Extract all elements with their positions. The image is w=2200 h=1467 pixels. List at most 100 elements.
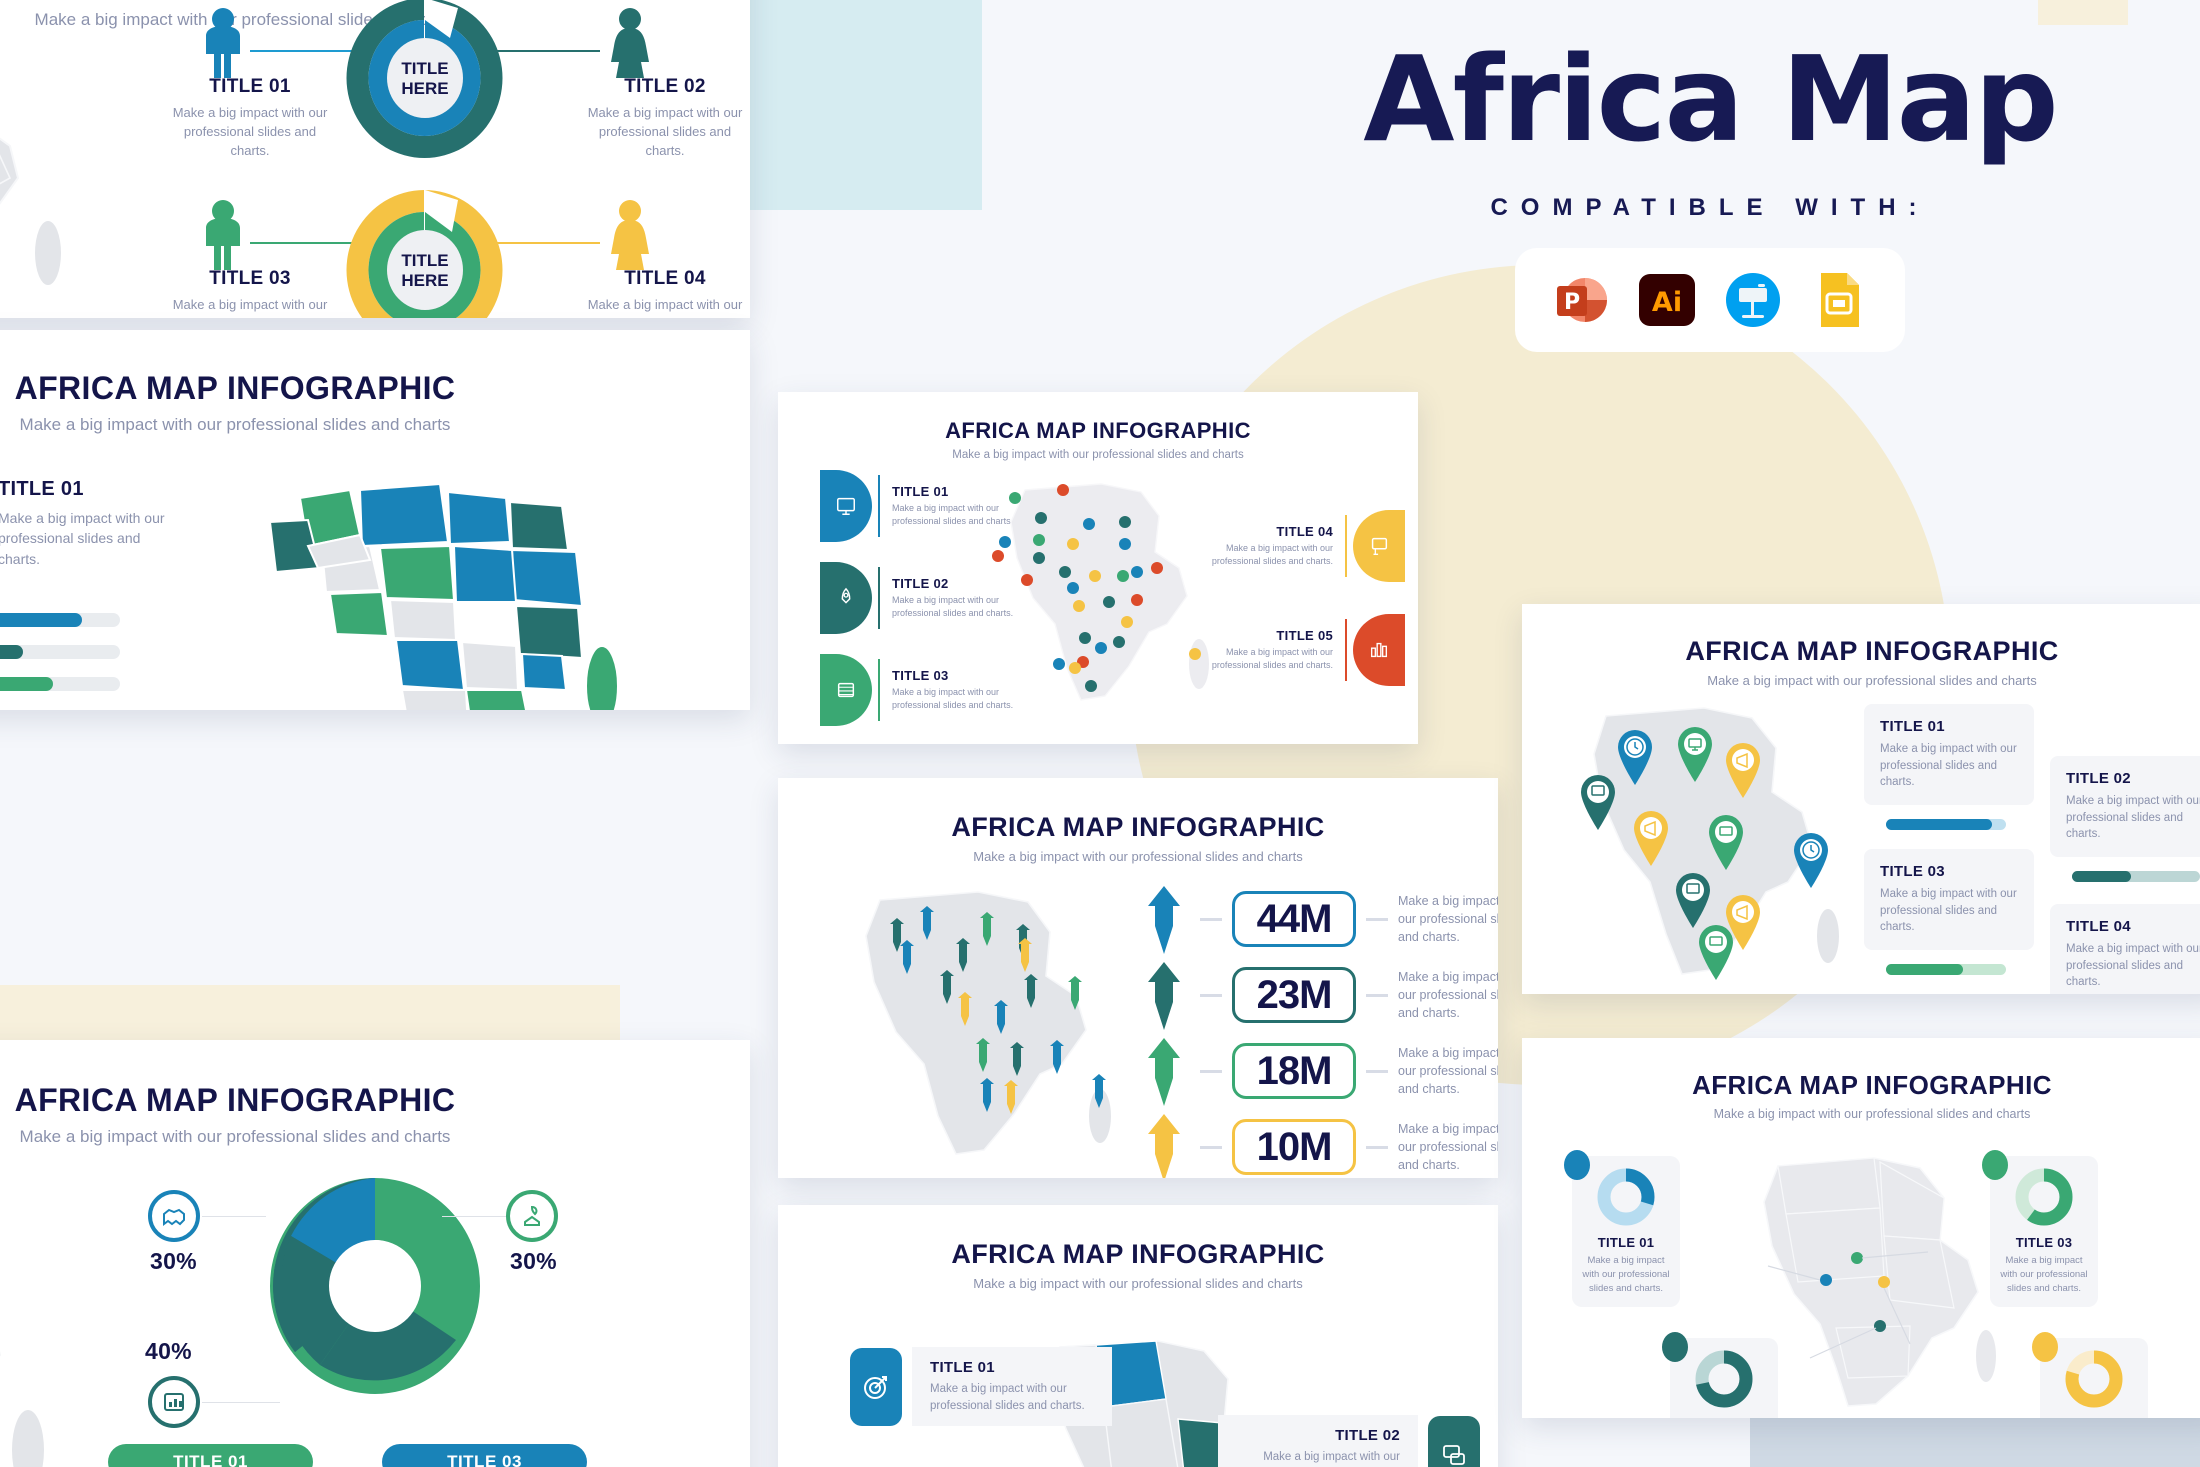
leader-line: [202, 1216, 266, 1217]
bar-track: [0, 677, 120, 691]
bar-fill-project-03: [0, 677, 53, 691]
percent-label-right: 30%: [510, 1248, 557, 1274]
hero-block: Africa Map COMPATIBLE WITH: P Ai: [1290, 40, 2130, 352]
slide7-card-3[interactable]: TITLE 03 Make a big impact with our prof…: [1864, 849, 2034, 976]
map-pin-presentation-teal[interactable]: [1577, 774, 1619, 832]
stat-body-3: Make a big impact with our professional …: [1398, 1045, 1498, 1097]
slide-four-donuts[interactable]: AFRICA MAP INFOGRAPHIC Make a big impact…: [1522, 1038, 2200, 1418]
card-tab-yellow: [2032, 1332, 2058, 1362]
leader-line: [442, 1216, 506, 1217]
google-slides-icon[interactable]: [1807, 268, 1871, 332]
map-pin-clock-blue[interactable]: [1790, 832, 1832, 890]
svg-text:TITLE: TITLE: [401, 59, 448, 78]
keynote-icon[interactable]: [1721, 268, 1785, 332]
slide3-pill-2[interactable]: TITLE 03 Make a big impact with our prof…: [382, 1444, 587, 1467]
slide5-row-2[interactable]: 23M Make a big impact with our professio…: [1138, 956, 1498, 1034]
percent-label-left: 30%: [150, 1248, 197, 1274]
card-tab-green: [1982, 1150, 2008, 1180]
africa-map-dotted: [0, 1351, 44, 1467]
slide4-right-item-1[interactable]: TITLE 04 Make a big impact with our prof…: [1203, 510, 1405, 582]
slide6-callout-2[interactable]: TITLE 02 Make a big impact with our prof…: [1218, 1415, 1480, 1467]
map-pin-clock-blue[interactable]: [1614, 729, 1656, 787]
progress-fill-3: [1886, 964, 1963, 976]
slide-callouts-map[interactable]: AFRICA MAP INFOGRAPHIC Make a big impact…: [778, 1205, 1498, 1467]
slide7-card-1[interactable]: TITLE 01 Make a big impact with our prof…: [1864, 704, 2034, 831]
card-tab-teal: [1662, 1332, 1688, 1362]
slide-people-donuts[interactable]: Make a big impact with our professional …: [0, 0, 750, 318]
bar-fill-project-01: [0, 613, 83, 627]
dash-connector: [1366, 1069, 1388, 1073]
donut-chart-percent: [270, 1178, 480, 1394]
info-card: TITLE 04 Make a big impact with our prof…: [2050, 904, 2200, 994]
info-card: TITLE 02 Make a big impact with our prof…: [2050, 756, 2200, 858]
percent-label-bottom: 40%: [145, 1338, 192, 1364]
abacus-icon: [820, 654, 872, 726]
slide5-row-3[interactable]: 18M Make a big impact with our professio…: [1138, 1032, 1498, 1110]
slide7-card-4[interactable]: TITLE 04 Make a big impact with our prof…: [2050, 904, 2200, 994]
stat-body-1: Make a big impact with our professional …: [1398, 893, 1498, 945]
progress-fill-1: [1886, 819, 1992, 831]
slide6-callout-1[interactable]: TITLE 01 Make a big impact with our prof…: [850, 1347, 1112, 1427]
slide1-item-3[interactable]: TITLE 03 Make a big impact with our prof…: [170, 268, 330, 318]
map-pin-megaphone-yellow[interactable]: [1630, 810, 1672, 868]
map-pin-monitor-green[interactable]: [1705, 814, 1747, 872]
connector-line-4: [490, 242, 600, 244]
illustrator-icon[interactable]: Ai: [1635, 268, 1699, 332]
slide2-group-1-text[interactable]: TITLE 01 Make a big impact with our prof…: [0, 478, 173, 569]
slide2-group-2-bars: [0, 613, 120, 691]
connector-line-2: [490, 50, 600, 52]
slide3-title: AFRICA MAP INFOGRAPHIC: [14, 1082, 456, 1118]
slide-population-markers[interactable]: AFRICA MAP INFOGRAPHIC Make a big impact…: [778, 778, 1498, 1178]
progress-track-2: [2072, 871, 2200, 883]
dash-connector: [1366, 993, 1388, 997]
progress-fill-2: [2072, 871, 2131, 883]
slide2-title: AFRICA MAP INFOGRAPHIC: [14, 370, 456, 406]
slide-colored-map-bars[interactable]: AFRICA MAP INFOGRAPHIC Make a big impact…: [0, 330, 750, 710]
person-male-icon: [206, 200, 240, 270]
slide5-subtitle: Make a big impact with our professional …: [973, 849, 1303, 864]
slide4-subtitle: Make a big impact with our professional …: [952, 449, 1244, 461]
slide5-row-4[interactable]: 10M Make a big impact with our professio…: [1138, 1108, 1498, 1178]
marker-pin-green: [1148, 1038, 1180, 1106]
slide3-pill-1[interactable]: TITLE 01 Make a big impact with our prof…: [108, 1444, 313, 1467]
slide-dots-five-titles[interactable]: AFRICA MAP INFOGRAPHIC Make a big impact…: [778, 392, 1418, 744]
slide-donut-percent[interactable]: AFRICA MAP INFOGRAPHIC Make a big impact…: [0, 1040, 750, 1467]
chat-icon: [1428, 1415, 1480, 1467]
stat-value-2: 23M: [1232, 967, 1356, 1023]
bar-fill-project-02: [0, 645, 23, 659]
slide4-title: AFRICA MAP INFOGRAPHIC: [945, 418, 1251, 443]
donut-title-02: [1695, 1350, 1753, 1408]
map-pin-monitor-green[interactable]: [1695, 924, 1737, 982]
svg-text:P: P: [1564, 290, 1580, 315]
person-female-icon: [611, 200, 649, 270]
slide4-right-item-2[interactable]: TITLE 05 Make a big impact with our prof…: [1203, 614, 1405, 686]
map-pin-monitor-green[interactable]: [1674, 726, 1716, 784]
powerpoint-icon[interactable]: P: [1549, 268, 1613, 332]
decor-blue-rect: [750, 0, 982, 210]
slide7-card-2[interactable]: TITLE 02 Make a big impact with our prof…: [2050, 756, 2200, 883]
donut-title-04: [2065, 1350, 2123, 1408]
slide1-item-4[interactable]: TITLE 04 Make a big impact with our prof…: [585, 268, 745, 318]
stat-value-4: 10M: [1232, 1119, 1356, 1175]
stat-body-2: Make a big impact with our professional …: [1398, 969, 1498, 1021]
slide1-item-1[interactable]: TITLE 01 Make a big impact with our prof…: [170, 76, 330, 161]
africa-map-dotted-multi: [992, 483, 1209, 701]
rocket-icon: [820, 562, 872, 634]
decor-cream-rect-topright: [2038, 0, 2128, 25]
info-card: TITLE 01 Make a big impact with our prof…: [1864, 704, 2034, 806]
slide5-row-1[interactable]: 44M Make a big impact with our professio…: [1138, 880, 1498, 958]
slide2-subtitle: Make a big impact with our professional …: [19, 415, 451, 434]
slide6-subtitle: Make a big impact with our professional …: [973, 1276, 1303, 1291]
poster-canvas: Africa Map COMPATIBLE WITH: P Ai Make a …: [0, 0, 2200, 1467]
callout-card: TITLE 01 Make a big impact with our prof…: [912, 1347, 1112, 1427]
dash-connector: [1366, 1145, 1388, 1149]
map-pin-megaphone-yellow[interactable]: [1722, 742, 1764, 800]
card-tab-blue: [1564, 1150, 1590, 1180]
slide1-item-2[interactable]: TITLE 02 Make a big impact with our prof…: [585, 76, 745, 161]
leader-line: [202, 1402, 280, 1403]
dash-connector: [1200, 1069, 1222, 1073]
callout-card: TITLE 02 Make a big impact with our prof…: [1218, 1415, 1418, 1467]
slide8-title: AFRICA MAP INFOGRAPHIC: [1692, 1070, 2052, 1100]
slide-pins-progress[interactable]: AFRICA MAP INFOGRAPHIC Make a big impact…: [1522, 604, 2200, 994]
map-pin-presentation-teal[interactable]: [1672, 872, 1714, 930]
